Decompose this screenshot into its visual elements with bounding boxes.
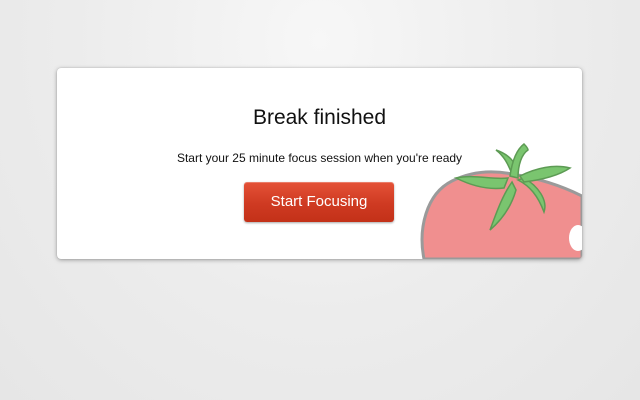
start-focusing-button[interactable]: Start Focusing: [244, 182, 394, 222]
dialog-message: Start your 25 minute focus session when …: [176, 151, 463, 165]
dialog-title: Break finished: [252, 106, 387, 129]
focus-dialog: Break finished Start your 25 minute focu…: [57, 68, 582, 259]
